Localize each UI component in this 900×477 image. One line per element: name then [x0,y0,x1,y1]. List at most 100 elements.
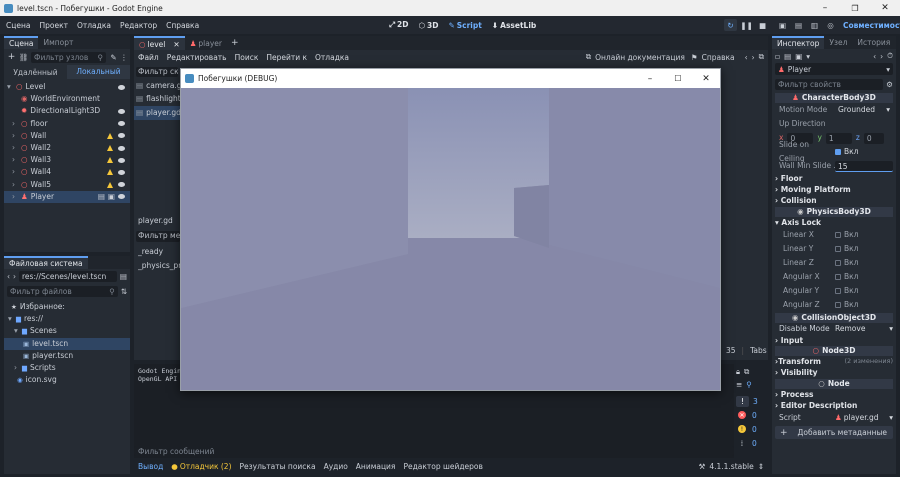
visibility-eye-icon[interactable] [118,182,125,188]
class-header-node3d[interactable]: ○ Node3D [775,346,893,356]
indent-mode[interactable]: Tabs [750,346,767,355]
stop-icon[interactable]: ■ [756,19,769,31]
warning-icon[interactable] [107,181,113,188]
scene-node[interactable]: › ○ Wall3 [4,154,130,166]
add-metadata-button[interactable]: + Добавить метаданные [775,426,893,439]
signal-icon[interactable]: ▣ [108,191,115,203]
input-section[interactable]: › Input [775,335,893,346]
forward-icon[interactable]: › [13,272,16,281]
minimize-icon[interactable]: – [636,74,664,84]
workspace-tab-3[interactable]: ⬇ AssetLib [492,21,536,30]
up-z-field[interactable]: 0 [863,132,884,144]
expand-icon[interactable]: › [12,166,18,178]
file-filter-input[interactable]: Фильтр файлов ⚲ [7,285,118,297]
visibility-section[interactable]: › Visibility [775,367,893,378]
scene-node[interactable]: › ♟ Player ▤ ▣ [4,190,130,203]
file-item[interactable]: ▾ ▆ Scenes [4,325,130,337]
menu-item-2[interactable]: Отладка [77,21,111,30]
tab-player[interactable]: ♟ player [185,37,227,50]
game-viewport[interactable] [181,88,720,390]
script-list-item[interactable]: ▤ player.gd [134,106,180,120]
float-icon[interactable]: ⧉ [759,52,764,62]
script-menu-1[interactable]: Редактировать [167,53,227,62]
file-item[interactable]: ▾ ▆ res:// [4,313,130,325]
warning-icon[interactable] [107,169,113,176]
maximize-icon[interactable]: ☐ [664,74,692,83]
expand-icon[interactable]: › [12,154,18,166]
file-item[interactable]: ▣ player.tscn [4,350,130,362]
file-item[interactable]: ◉ icon.svg [4,374,130,386]
game-window-titlebar[interactable]: Побегушки (DEBUG) – ☐ ✕ [181,69,720,88]
tab-import[interactable]: Импорт [38,36,78,49]
bottom-tab-5[interactable]: Редактор шейдеров [403,462,482,471]
bottom-tab-0[interactable]: Вывод [138,462,163,471]
local-tab[interactable]: Локальный [67,65,130,79]
visibility-eye-icon[interactable] [118,84,125,90]
disable-mode-select[interactable]: Remove ▾ [835,323,893,335]
back-icon[interactable]: ‹ [873,52,876,61]
workspace-tab-1[interactable]: ⬡ 3D [418,21,438,30]
scene-node[interactable]: ✹ DirectionalLight3D [4,105,130,117]
class-header-characterbody3d[interactable]: ♟ CharacterBody3D [775,93,893,103]
scene-node[interactable]: › ○ floor [4,118,130,130]
script-list-item[interactable]: ▤camera.gd [134,79,180,93]
transform-section[interactable]: › Transform (2 изменения) [775,356,893,367]
slide-checkbox[interactable]: Вкл [835,145,893,159]
play-scene-icon[interactable]: ▤ [792,19,805,31]
inspector-section[interactable]: › Floor [775,173,893,184]
script-menu-0[interactable]: Файл [138,53,159,62]
visibility-eye-icon[interactable] [118,169,125,175]
class-header-node[interactable]: ○ Node [775,379,893,389]
axis-lock-checkbox[interactable]: Вкл [835,298,893,312]
method-item[interactable]: _ready [138,246,180,260]
error-count[interactable]: ✕ 0 [736,408,766,422]
workspace-tab-2[interactable]: ✎ Script [448,21,481,30]
copy-icon[interactable]: ⧉ [744,367,749,377]
back-icon[interactable]: ‹ [745,53,748,62]
expand-icon[interactable]: › [12,179,18,191]
path-field[interactable]: res://Scenes/level.tscn [19,271,117,282]
lock-icon[interactable]: 🔒︎ [736,367,740,377]
axis-lock-checkbox[interactable]: Вкл [835,256,893,270]
remote-debug-icon[interactable]: ▣ [776,19,789,31]
history-icon[interactable]: ⏱ [887,51,893,61]
list-icon[interactable]: ≡ [736,380,742,389]
class-header-physicsbody3d[interactable]: ◉ PhysicsBody3D [775,207,893,217]
sort-icon[interactable]: ⇅ [121,287,127,296]
scene-node[interactable]: › ○ Wall5 [4,179,130,191]
visibility-eye-icon[interactable] [118,108,125,114]
scene-node[interactable]: ▾ ○ Level [4,81,130,93]
log-count[interactable]: ! 3 [736,394,766,408]
bottom-tab-1[interactable]: ● Отладчик (2) [171,462,231,471]
expand-icon[interactable]: › [12,118,18,130]
bottom-tab-3[interactable]: Аудио [324,462,348,471]
wall-min-field[interactable]: 15 [835,160,893,172]
file-item[interactable]: ▣ level.tscn [4,337,130,350]
menu-item-1[interactable]: Проект [39,21,68,30]
search-icon[interactable]: ⚲ [746,380,752,389]
script-menu-4[interactable]: Отладка [315,53,349,62]
tab-filesystem[interactable]: Файловая система [4,256,88,269]
inspector-section[interactable]: › Collision [775,195,893,206]
message-filter-input[interactable]: Фильтр сообщений [134,446,734,456]
renderer-select[interactable]: Совместимость [843,21,900,30]
online-docs-link[interactable]: Онлайн документация [595,53,685,62]
script-menu-3[interactable]: Перейти к [266,53,307,62]
file-item[interactable]: ★ Избранное: [4,301,130,313]
file-item[interactable]: › ▆ Scripts [4,362,130,374]
close-icon[interactable]: ✕ [173,39,179,50]
resource-menu-icon[interactable]: ▾ [806,52,810,61]
script-icon[interactable]: ▤ [98,191,105,203]
node-filter-input[interactable]: Фильтр узлов ⚲ [31,51,106,63]
script-filter-input[interactable]: Фильтр скриптов [136,67,178,77]
visibility-eye-icon[interactable] [118,157,125,163]
forward-icon[interactable]: › [752,53,755,62]
tab-inspector[interactable]: Инспектор [772,36,825,49]
new-resource-icon[interactable]: ▫ [775,52,780,61]
expand-icon[interactable]: ▾ [7,81,13,93]
expand-icon[interactable]: ⇕ [758,462,764,471]
play-icon[interactable]: ↻ [724,19,737,31]
script-menu-2[interactable]: Поиск [235,53,259,62]
back-icon[interactable]: ‹ [7,272,10,281]
script-list-item[interactable]: ▤flashlight.gd [134,93,180,107]
